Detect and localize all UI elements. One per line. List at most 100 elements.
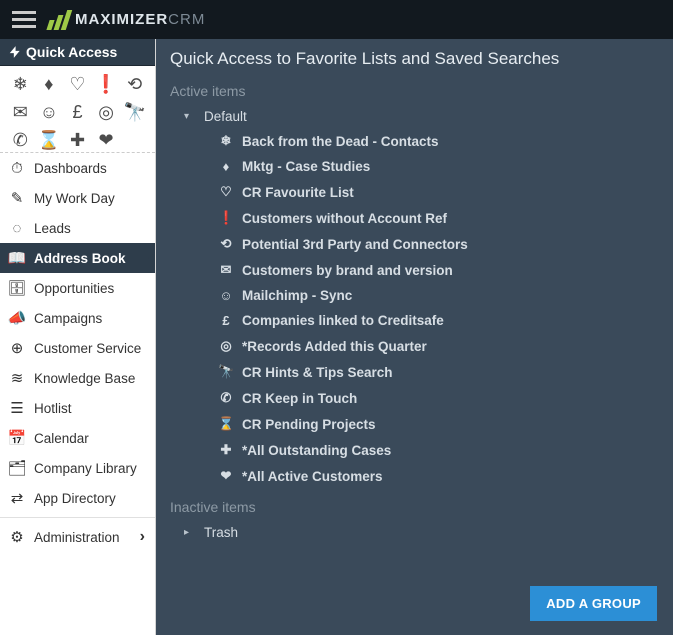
calendar-icon: 📅: [8, 429, 26, 447]
list-item[interactable]: ♦Mktg - Case Studies: [218, 154, 657, 179]
alert-icon: ❗: [218, 210, 234, 226]
list-item-label: Back from the Dead - Contacts: [242, 134, 439, 149]
folder-default[interactable]: ▾ Default: [170, 105, 657, 128]
folder-trash-label: Trash: [204, 525, 238, 540]
heart-outline-icon[interactable]: ♡: [67, 74, 87, 94]
list-item-label: *All Outstanding Cases: [242, 443, 391, 458]
quick-access-icon-grid: ❄ ♦ ♡ ❗ ⟲ ✉ ☺ £ ◎ 🔭 ✆ ⌛ ✚ ❤: [0, 66, 155, 153]
list-item[interactable]: ✚ *All Outstanding Cases: [218, 437, 657, 463]
heart-outline-icon: ♡: [218, 184, 234, 200]
list-item-label: CR Hints & Tips Search: [242, 365, 393, 380]
sidebar-item-label: Hotlist: [34, 401, 72, 416]
list-item[interactable]: ◎ *Records Added this Quarter: [218, 333, 657, 359]
list-item[interactable]: ☺ Mailchimp - Sync: [218, 283, 657, 308]
opportunities-icon: 🗄: [8, 279, 26, 297]
folder-trash[interactable]: ▸ Trash: [170, 521, 657, 544]
sidebar-item-leads[interactable]: ◌Leads: [0, 213, 155, 243]
app-directory-icon: ⇄: [8, 489, 26, 507]
binoculars-icon[interactable]: 🔭: [125, 102, 145, 122]
sidebar-item-knowledge-base[interactable]: ≋Knowledge Base: [0, 363, 155, 393]
panel-title: Quick Access to Favorite Lists and Saved…: [170, 49, 657, 69]
active-tree: ▾ Default ❄Back from the Dead - Contacts…: [170, 105, 657, 489]
quick-access-header[interactable]: Quick Access: [0, 39, 155, 66]
sidebar-item-label: Opportunities: [34, 281, 114, 296]
active-items-label: Active items: [170, 83, 657, 99]
sidebar-item-label: Leads: [34, 221, 71, 236]
menu-toggle-button[interactable]: [6, 7, 42, 32]
lightning-icon: [8, 45, 22, 59]
heart-solid-icon[interactable]: ❤: [96, 130, 116, 150]
sidebar-item-opportunities[interactable]: 🗄 Opportunities: [0, 273, 155, 303]
sidebar-item-hotlist[interactable]: ☰ Hotlist: [0, 393, 155, 423]
customer-service-icon: ⊕: [8, 339, 26, 357]
list-item[interactable]: ✆CR Keep in Touch: [218, 385, 657, 411]
list-item-label: Customers by brand and version: [242, 263, 453, 278]
dashboards-icon: ⏱: [8, 159, 26, 177]
list-item[interactable]: ❤*All Active Customers: [218, 463, 657, 489]
octocat-icon: ☺: [218, 288, 234, 303]
list-item[interactable]: ♡ CR Favourite List: [218, 179, 657, 205]
list-item[interactable]: ⟲Potential 3rd Party and Connectors: [218, 231, 657, 257]
list-item-label: Mailchimp - Sync: [242, 288, 352, 303]
address-book-icon: 📖: [8, 249, 26, 267]
pound-icon[interactable]: £: [67, 102, 87, 122]
sidebar-item-campaigns[interactable]: 📣 Campaigns: [0, 303, 155, 333]
sidebar-item-my-work-day[interactable]: ✎My Work Day: [0, 183, 155, 213]
plus-box-icon: ✚: [218, 442, 234, 458]
list-item[interactable]: ✉ Customers by brand and version: [218, 257, 657, 283]
sidebar-nav: ⏱Dashboards✎My Work Day◌Leads📖Address Bo…: [0, 153, 155, 635]
list-item[interactable]: 🔭 CR Hints & Tips Search: [218, 359, 657, 385]
alert-icon[interactable]: ❗: [96, 74, 116, 94]
list-item[interactable]: £Companies linked to Creditsafe: [218, 308, 657, 333]
refresh-icon[interactable]: ⟲: [125, 74, 145, 94]
gear-icon: ⚙: [8, 528, 26, 546]
quick-access-label: Quick Access: [26, 44, 117, 60]
add-group-button[interactable]: ADD A GROUP: [530, 586, 657, 621]
sidebar-item-label: Calendar: [34, 431, 89, 446]
diamond-icon[interactable]: ♦: [39, 74, 59, 94]
tripadvisor-icon: ◎: [218, 338, 234, 354]
brand-logo[interactable]: MAXIMIZERCRM: [48, 10, 205, 30]
binoculars-icon: 🔭: [218, 364, 234, 380]
list-item[interactable]: ❗ Customers without Account Ref: [218, 205, 657, 231]
sidebar-item-label: My Work Day: [34, 191, 115, 206]
envelope-icon: ✉: [218, 262, 234, 278]
sidebar-item-customer-service[interactable]: ⊕Customer Service: [0, 333, 155, 363]
campaigns-icon: 📣: [8, 309, 26, 327]
hotlist-icon: ☰: [8, 399, 26, 417]
list-item-label: Customers without Account Ref: [242, 211, 447, 226]
list-item[interactable]: ❄Back from the Dead - Contacts: [218, 128, 657, 154]
company-library-icon: 🗂: [8, 459, 26, 477]
sidebar-item-label: Administration: [34, 530, 120, 545]
plus-box-icon[interactable]: ✚: [67, 130, 87, 150]
sidebar-item-administration[interactable]: ⚙Administration›: [0, 522, 155, 552]
envelope-icon[interactable]: ✉: [10, 102, 30, 122]
hourglass-icon[interactable]: ⌛: [39, 130, 59, 150]
list-item-label: CR Keep in Touch: [242, 391, 357, 406]
sidebar-item-app-directory[interactable]: ⇄App Directory: [0, 483, 155, 513]
sidebar-item-label: Campaigns: [34, 311, 102, 326]
tripadvisor-icon[interactable]: ◎: [96, 102, 116, 122]
list-item-label: Companies linked to Creditsafe: [242, 313, 444, 328]
sidebar-item-label: Company Library: [34, 461, 137, 476]
folder-default-label: Default: [204, 109, 247, 124]
list-item-label: CR Favourite List: [242, 185, 354, 200]
list-item-label: *All Active Customers: [242, 469, 383, 484]
sidebar: Quick Access ❄ ♦ ♡ ❗ ⟲ ✉ ☺ £ ◎ 🔭 ✆ ⌛ ✚ ❤ ⏱Dashboards✎…: [0, 39, 156, 635]
list-item[interactable]: ⌛ CR Pending Projects: [218, 411, 657, 437]
diamond-icon: ♦: [218, 159, 234, 174]
hourglass-icon: ⌛: [218, 416, 234, 432]
brand-name-b: CRM: [168, 11, 205, 28]
sidebar-item-calendar[interactable]: 📅 Calendar: [0, 423, 155, 453]
snowflake-icon[interactable]: ❄: [10, 74, 30, 94]
sidebar-item-dashboards[interactable]: ⏱Dashboards: [0, 153, 155, 183]
phone-icon[interactable]: ✆: [10, 130, 30, 150]
inactive-items-label: Inactive items: [170, 499, 657, 515]
sidebar-item-address-book[interactable]: 📖Address Book: [0, 243, 155, 273]
sidebar-item-company-library[interactable]: 🗂 Company Library: [0, 453, 155, 483]
octocat-icon[interactable]: ☺: [39, 102, 59, 122]
caret-down-icon: ▾: [184, 111, 194, 122]
list-item-label: CR Pending Projects: [242, 417, 376, 432]
list-item-label: *Records Added this Quarter: [242, 339, 427, 354]
top-bar: MAXIMIZERCRM: [0, 0, 673, 39]
